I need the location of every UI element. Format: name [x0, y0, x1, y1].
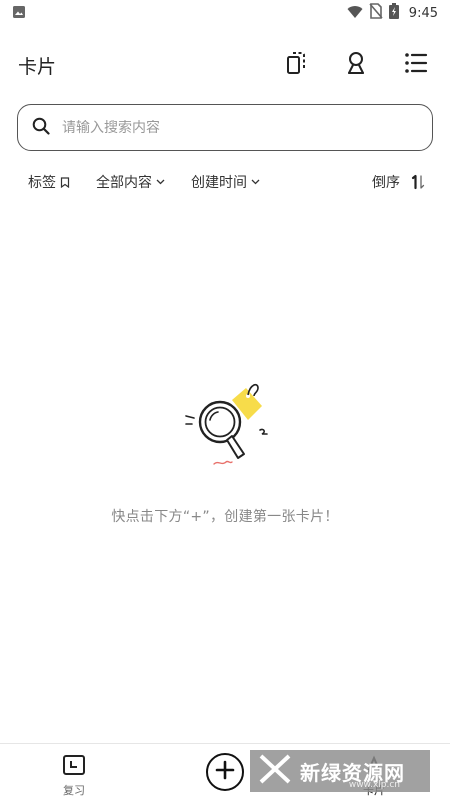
tag-filter-label: 标签 [28, 175, 56, 191]
content-filter-label: 全部内容 [96, 175, 152, 191]
empty-state-message: 快点击下方“+”，创建第一张卡片！ [111, 509, 339, 525]
card-flip-button[interactable] [282, 51, 310, 79]
time-filter-label: 创建时间 [191, 175, 247, 191]
battery-icon [388, 3, 399, 23]
clock-text: 9:45 [408, 5, 438, 21]
sort-order-toggle[interactable]: 倒序 [372, 172, 426, 192]
status-bar: 9:45 [0, 0, 450, 26]
card-stack-icon [285, 51, 307, 79]
empty-state: 快点击下方“+”，创建第一张卡片！ [0, 378, 450, 526]
wifi-icon [347, 4, 363, 23]
time-filter[interactable]: 创建时间 [191, 172, 260, 192]
menu-button[interactable] [402, 51, 430, 79]
search-icon [32, 117, 50, 139]
image-notification-icon [12, 4, 26, 23]
calendar-icon [62, 754, 86, 780]
app-bar: 卡片 [0, 40, 450, 90]
profile-button[interactable] [342, 51, 370, 79]
nav-item-review[interactable]: 复习 [62, 754, 86, 798]
search-input[interactable] [62, 119, 418, 136]
tag-filter[interactable]: 标签 [28, 172, 70, 192]
search-box[interactable] [17, 104, 433, 151]
magnifier-illustration [170, 378, 280, 478]
page-title: 卡片 [18, 55, 57, 78]
watermark-sub: www.xlp.cn [348, 780, 400, 790]
plus-icon [215, 760, 235, 784]
nav-item-review-label: 复习 [63, 784, 85, 797]
watermark-logo-icon [258, 752, 292, 790]
sort-arrows-icon [410, 174, 426, 190]
chevron-down-icon [156, 179, 165, 185]
person-icon [345, 51, 367, 79]
sort-order-label: 倒序 [372, 175, 400, 191]
content-filter[interactable]: 全部内容 [96, 172, 165, 192]
chevron-down-icon [251, 179, 260, 185]
watermark: 新绿资源网 www.xlp.cn [250, 750, 430, 792]
bookmark-icon [60, 176, 70, 188]
filter-bar: 标签 全部内容 创建时间 倒序 [0, 166, 450, 198]
list-menu-icon [404, 52, 428, 78]
no-sim-icon [369, 3, 383, 23]
add-card-button[interactable] [206, 753, 244, 791]
